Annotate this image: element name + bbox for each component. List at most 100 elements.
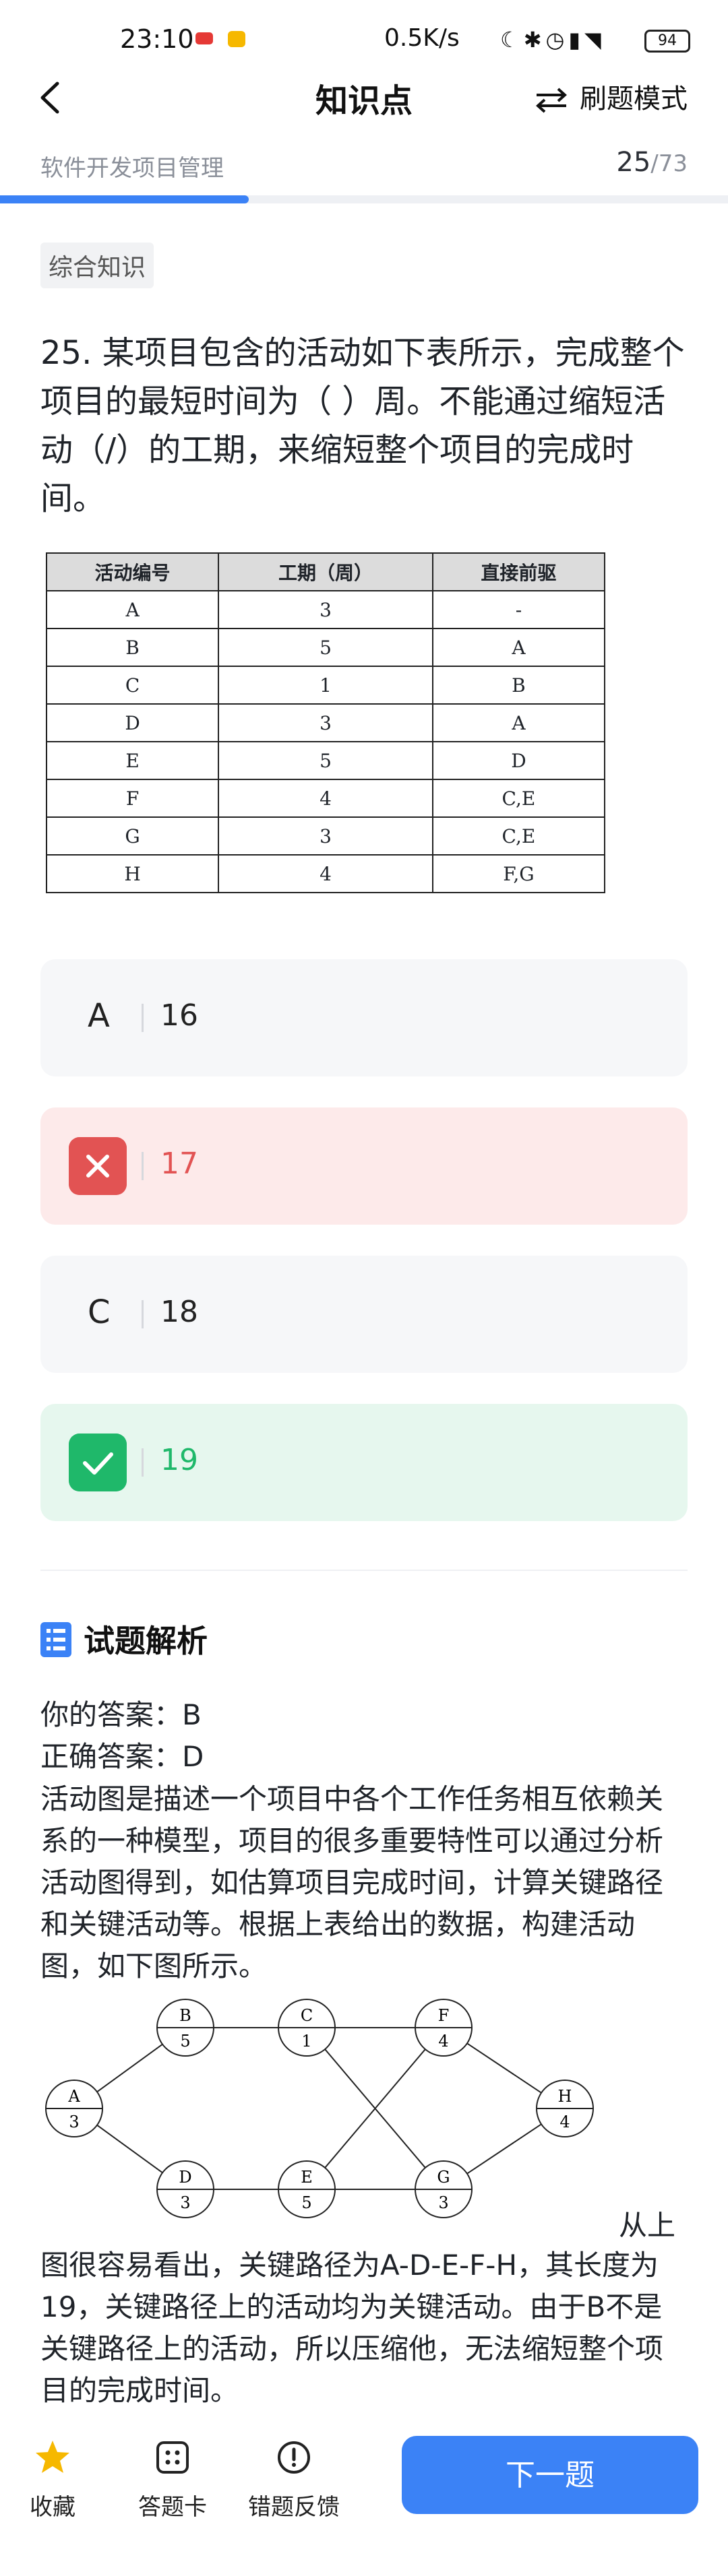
correct-answer: 正确答案：D — [40, 1740, 204, 1773]
table-cell: A — [431, 703, 606, 742]
table-cell: 4 — [218, 854, 433, 893]
table-cell: F — [45, 779, 220, 818]
option-divider — [142, 1300, 144, 1328]
diagram-node: B5 — [156, 1999, 214, 2057]
diagram-node: E5 — [278, 2160, 336, 2218]
table-cell: 3 — [218, 703, 433, 742]
table-header-cell: 活动编号 — [45, 552, 220, 591]
correct-check-icon — [69, 1434, 127, 1491]
diagram-node: A3 — [45, 2080, 103, 2137]
table-cell: D — [45, 703, 220, 742]
option-letter: C — [88, 1293, 111, 1331]
table-cell: C — [45, 666, 220, 705]
table-row: D3A — [45, 703, 606, 742]
table-cell: 5 — [218, 628, 433, 667]
table-row: C1B — [45, 666, 606, 705]
option-divider — [142, 1152, 144, 1180]
table-cell: B — [45, 628, 220, 667]
diagram-node-name: G — [437, 2168, 450, 2187]
progress-current: 25 — [616, 147, 651, 178]
favorite-button[interactable]: 收藏 — [5, 2439, 100, 2521]
option-text: 18 — [160, 1295, 198, 1329]
table-cell: D — [431, 741, 606, 780]
diagram-node: H4 — [536, 2080, 594, 2137]
subject-label: 软件开发项目管理 — [40, 155, 224, 182]
network-speed: 0.5K/s — [384, 24, 460, 52]
grid-card-icon — [156, 2441, 189, 2474]
mode-label: 刷题模式 — [580, 84, 688, 115]
diagram-edge — [466, 2042, 542, 2094]
diagram-node-name: E — [301, 2168, 313, 2187]
alert-circle-icon — [278, 2441, 310, 2474]
table-cell: H — [45, 854, 220, 893]
option-text: 16 — [160, 998, 198, 1033]
diagram-node: C1 — [278, 1999, 336, 2057]
option-d[interactable]: 19 — [40, 1404, 688, 1521]
diagram-node-duration: 3 — [438, 2193, 448, 2212]
answer-card-button[interactable]: 答题卡 — [125, 2439, 220, 2521]
category-tag: 综合知识 — [40, 243, 154, 288]
error-feedback-button[interactable]: 错题反馈 — [247, 2439, 341, 2521]
diagram-node-duration: 4 — [438, 2032, 448, 2051]
option-divider — [142, 1448, 144, 1477]
switch-arrows-icon — [536, 88, 567, 113]
diagram-node-duration: 4 — [559, 2113, 570, 2131]
app-notification-icon-2 — [228, 31, 245, 47]
diagram-node-name: F — [438, 2006, 450, 2025]
progress-bar — [0, 195, 728, 203]
table-row: A3- — [45, 590, 606, 629]
option-b[interactable]: 17 — [40, 1107, 688, 1225]
battery-icon: 94 — [644, 30, 690, 53]
table-cell: 1 — [218, 666, 433, 705]
diagram-node-duration: 5 — [301, 2193, 311, 2212]
table-cell: F,G — [431, 854, 606, 893]
table-header-cell: 直接前驱 — [431, 552, 606, 591]
star-icon — [36, 2441, 69, 2473]
answer-card-label: 答题卡 — [138, 2494, 207, 2521]
table-cell: C,E — [431, 779, 606, 818]
table-cell: C,E — [431, 816, 606, 856]
table-cell: 3 — [218, 590, 433, 629]
activity-table: 活动编号 工期（周） 直接前驱 A 3- B 5 A C 1 B D 3 A E 5 D F 4 C,E G 3 C,… — [45, 552, 606, 893]
diagram-node: F4 — [415, 1999, 473, 2057]
table-row: H 4 F,G — [45, 854, 606, 893]
table-cell: 3 — [218, 816, 433, 856]
next-question-button[interactable]: 下一题 — [402, 2436, 698, 2514]
option-c[interactable]: C 18 — [40, 1256, 688, 1373]
diagram-node-name: A — [67, 2087, 80, 2106]
activity-network-diagram: A3B5C1D3E5F4G3H4 — [45, 1999, 594, 2218]
option-a[interactable]: A 16 — [40, 959, 688, 1076]
diagram-edge — [466, 2123, 542, 2175]
table-cell: - — [431, 590, 606, 629]
option-divider — [142, 1004, 144, 1032]
practice-mode-button[interactable]: 刷题模式 — [533, 77, 688, 116]
document-list-icon — [40, 1622, 71, 1657]
table-row: E5D — [45, 741, 606, 780]
diagram-node-duration: 3 — [180, 2193, 190, 2212]
table-cell: B — [431, 666, 606, 705]
diagram-node: G3 — [415, 2160, 473, 2218]
diagram-node: D3 — [156, 2160, 214, 2218]
table-row: B5A — [45, 628, 606, 667]
nav-bar: 知识点 刷题模式 — [0, 67, 728, 128]
diagram-edge — [96, 2043, 163, 2093]
option-text: 19 — [160, 1443, 198, 1477]
your-answer: 你的答案：B — [40, 1698, 202, 1731]
section-divider — [40, 1570, 688, 1571]
analysis-title: 试题解析 — [84, 1623, 208, 1659]
analysis-text: 活动图是描述一个项目中各个工作任务相互依赖关系的一种模型，项目的很多重要特性可以… — [40, 1782, 664, 1983]
progress-total: /73 — [650, 150, 688, 177]
status-bar: 23:10 0.5K/s ☾✱◷▮◥ 94 — [0, 0, 728, 77]
system-status-icons: ☾✱◷▮◥ — [500, 27, 605, 53]
table-row: G 3 C,E — [45, 816, 606, 856]
analysis-conclusion: 图很容易看出，关键路径为A-D-E-F-H，其长度为19，关键路径上的活动均为关… — [40, 2249, 664, 2407]
analysis-inline-text: 从上 — [619, 2209, 676, 2242]
table-cell: E — [45, 741, 220, 780]
option-text: 17 — [160, 1147, 198, 1181]
diagram-node-name: H — [558, 2087, 572, 2106]
table-header-cell: 工期（周） — [218, 552, 433, 591]
bottom-action-bar: 收藏 答题卡 错题反馈 下一题 — [0, 2412, 728, 2576]
diagram-node-name: D — [179, 2168, 191, 2187]
table-cell: A — [45, 590, 220, 629]
table-cell: 4 — [218, 779, 433, 818]
